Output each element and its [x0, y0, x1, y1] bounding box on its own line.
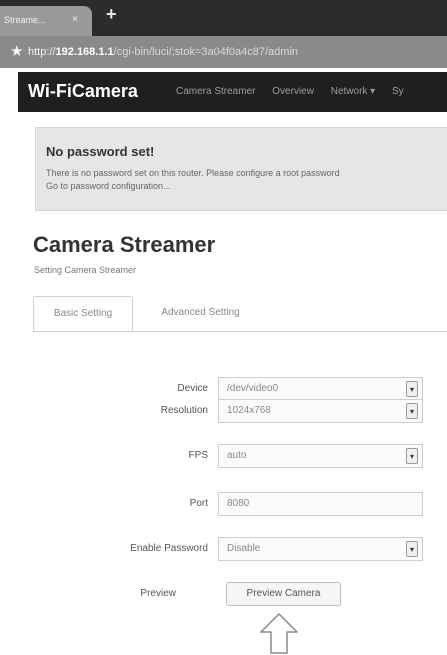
alert-text: There is no password set on this router.…	[46, 168, 340, 178]
device-select[interactable]: /dev/video0 ▾	[218, 377, 423, 401]
preview-label: Preview	[140, 588, 176, 599]
tab-advanced-setting[interactable]: Advanced Setting	[143, 296, 258, 330]
enable-password-select[interactable]: Disable ▾	[218, 537, 423, 561]
nav-link-system[interactable]: Sy	[392, 86, 404, 97]
port-input[interactable]: 8080	[218, 492, 423, 516]
url-scheme: http://	[28, 46, 56, 58]
enable-password-label: Enable Password	[130, 543, 208, 554]
chevron-down-icon[interactable]: ▾	[406, 448, 418, 464]
nav-links: Camera Streamer Overview Network ▾ Sy	[176, 86, 418, 97]
resolution-select[interactable]: 1024x768 ▾	[218, 399, 423, 423]
enable-password-value: Disable	[227, 543, 261, 554]
chevron-down-icon[interactable]: ▾	[406, 403, 418, 419]
resolution-label: Resolution	[160, 405, 208, 416]
settings-tabs: Basic Setting Advanced Setting	[33, 296, 447, 332]
chevron-down-icon[interactable]: ▾	[406, 381, 418, 397]
url-field[interactable]: http://192.168.1.1/cgi-bin/luci/;stok=3a…	[28, 43, 447, 61]
fps-label: FPS	[188, 450, 208, 461]
page-title: Camera Streamer	[33, 232, 216, 257]
fps-select[interactable]: auto ▾	[218, 444, 423, 468]
port-value: 8080	[227, 498, 250, 509]
alert-title: No password set!	[46, 144, 155, 159]
page-description: Setting Camera Streamer	[34, 265, 137, 275]
browser-tab-bar: Streame... × +	[0, 0, 447, 36]
nav-link-overview[interactable]: Overview	[272, 86, 314, 97]
port-label: Port	[189, 498, 208, 509]
close-tab-icon[interactable]: ×	[72, 6, 78, 34]
url-path: /cgi-bin/luci/;stok=3a04f0a4c87/admin	[113, 46, 299, 58]
url-host: 192.168.1.1	[55, 46, 114, 58]
new-tab-button[interactable]: +	[106, 4, 117, 25]
device-label: Device	[177, 383, 208, 394]
password-alert: No password set! There is no password se…	[35, 127, 447, 211]
browser-tab-title: Streame...	[4, 15, 46, 25]
address-bar: ★ http://192.168.1.1/cgi-bin/luci/;stok=…	[0, 36, 447, 68]
browser-tab[interactable]: Streame... ×	[0, 6, 92, 36]
tab-basic-setting[interactable]: Basic Setting	[33, 296, 133, 331]
device-value: /dev/video0	[227, 383, 279, 394]
bookmark-star-icon[interactable]: ★	[10, 42, 23, 60]
chevron-down-icon[interactable]: ▾	[406, 541, 418, 557]
app-navbar: Wi-FiCamera Camera Streamer Overview Net…	[18, 72, 447, 112]
preview-camera-button[interactable]: Preview Camera	[226, 582, 341, 606]
nav-link-network[interactable]: Network ▾	[331, 86, 375, 97]
resolution-value: 1024x768	[227, 405, 271, 416]
nav-link-camera-streamer[interactable]: Camera Streamer	[176, 86, 255, 97]
fps-value: auto	[227, 450, 247, 461]
password-config-link[interactable]: Go to password configuration...	[46, 181, 171, 191]
up-arrow-icon	[260, 613, 298, 654]
brand-logo[interactable]: Wi-FiCamera	[28, 81, 138, 102]
